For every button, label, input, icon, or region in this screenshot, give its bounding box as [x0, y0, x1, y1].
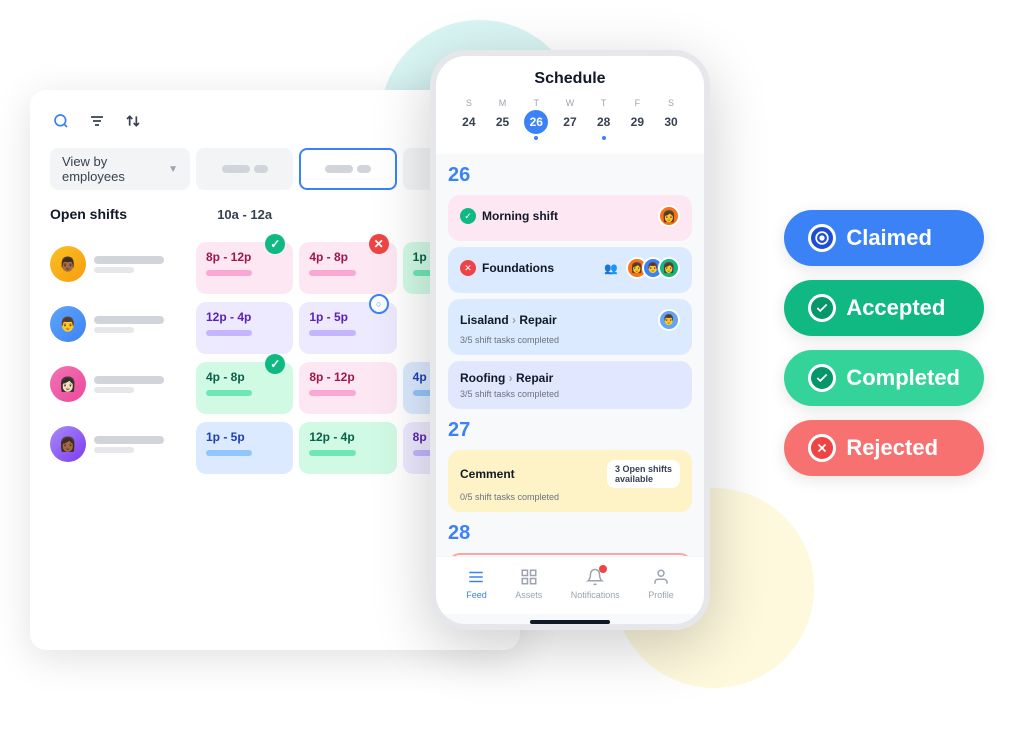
employee-info: 👨🏾 [50, 242, 190, 286]
open-shift-time-2 [299, 196, 396, 232]
tab-notifications[interactable]: Notifications [571, 567, 620, 600]
card-avatar: 👩 [658, 205, 680, 227]
day-section-28: 28 👩 👨 [448, 522, 692, 556]
cal-day: M 25 [491, 98, 515, 140]
cal-day: S 24 [457, 98, 481, 140]
tab-feed-label: Feed [466, 590, 487, 600]
view-selector[interactable]: View by employees ▼ [50, 148, 190, 190]
avatar: 👨🏾 [50, 246, 86, 282]
x-badge-icon: ✕ [369, 234, 389, 254]
shift-block[interactable]: ✓ 8p - 12p [196, 242, 293, 294]
morning-shift-card[interactable]: ✓ Morning shift 👩 [448, 195, 692, 241]
card-title: Foundations [482, 261, 598, 275]
open-shifts-label: Open shifts [50, 196, 190, 232]
group-icon: 👥 [604, 262, 618, 275]
notification-dot [599, 565, 607, 573]
day-dot [602, 136, 606, 140]
profile-icon [651, 567, 671, 587]
claimed-icon [808, 224, 836, 252]
card-avatar: 👨 [658, 309, 680, 331]
search-icon[interactable] [50, 110, 72, 132]
sort-icon[interactable] [122, 110, 144, 132]
tab-assets[interactable]: Assets [515, 567, 542, 600]
shift-block[interactable]: ○ 1p - 5p [299, 302, 396, 354]
cal-day-active: T 26 [524, 98, 548, 140]
accepted-icon [808, 294, 836, 322]
card-progress: 3/5 shift tasks completed [460, 389, 680, 399]
cal-day: T 28 [592, 98, 616, 140]
cemment-card[interactable]: Cemment 3 Open shiftsavailable 0/5 shift… [448, 450, 692, 512]
completed-icon [808, 364, 836, 392]
shift-block[interactable]: 1p - 5p [196, 422, 293, 474]
shift-block[interactable]: 8p - 12p [299, 362, 396, 414]
shift-block[interactable]: 12p - 4p [196, 302, 293, 354]
avatar: 👨 [50, 306, 86, 342]
lisaland-repair-card[interactable]: Lisaland › Repair 👨 3/5 shift tasks comp… [448, 299, 692, 355]
employee-info: 👩🏾 [50, 422, 190, 466]
dropdown-arrow-icon: ▼ [168, 164, 178, 175]
open-shift-time: 10a - 12a [196, 196, 293, 232]
day-28-card[interactable]: 👩 👨 [448, 553, 692, 556]
phone-title: Schedule [452, 70, 688, 88]
col-header-1 [196, 148, 293, 190]
phone-body: 26 ✓ Morning shift 👩 ✕ Foundati [436, 154, 704, 556]
completed-badge[interactable]: Completed [784, 350, 984, 406]
phone-header: Schedule S 24 M 25 T 26 W 27 [436, 56, 704, 154]
cal-day: S 30 [659, 98, 683, 140]
rejected-badge[interactable]: Rejected [784, 420, 984, 476]
filter-icon[interactable] [86, 110, 108, 132]
accepted-label: Accepted [846, 295, 945, 321]
notifications-icon [585, 567, 605, 587]
cal-day: F 29 [625, 98, 649, 140]
day-section-26: 26 ✓ Morning shift 👩 ✕ Foundati [448, 164, 692, 409]
assets-icon [519, 567, 539, 587]
claimed-badge[interactable]: Claimed [784, 210, 984, 266]
day-number-28: 28 [448, 522, 692, 545]
x-icon: ✕ [460, 260, 476, 276]
claimed-label: Claimed [846, 225, 932, 251]
avatar: 👩🏾 [50, 426, 86, 462]
circle-badge-icon: ○ [369, 294, 389, 314]
rejected-label: Rejected [846, 435, 938, 461]
feed-icon [466, 567, 486, 587]
tab-profile-label: Profile [648, 590, 674, 600]
rejected-icon [808, 434, 836, 462]
card-title: Cemment [460, 467, 601, 481]
avatar: 👩🏻 [50, 366, 86, 402]
card-title: Morning shift [482, 209, 662, 223]
completed-label: Completed [846, 365, 960, 391]
card-title: Lisaland › Repair [460, 313, 652, 327]
employee-info: 👩🏻 [50, 362, 190, 406]
status-badges-panel: Claimed Accepted Completed [784, 210, 984, 476]
shift-block[interactable]: ✓ 4p - 8p [196, 362, 293, 414]
employee-info: 👨 [50, 302, 190, 346]
card-avatar: 👩 [658, 257, 680, 279]
mobile-phone: Schedule S 24 M 25 T 26 W 27 [430, 50, 710, 630]
day-number-27: 27 [448, 419, 692, 442]
active-day-dot [534, 136, 538, 140]
accepted-badge[interactable]: Accepted [784, 280, 984, 336]
tab-profile[interactable]: Profile [648, 567, 674, 600]
card-progress: 3/5 shift tasks completed [460, 335, 680, 345]
tab-feed[interactable]: Feed [466, 567, 487, 600]
col-header-2[interactable] [299, 148, 396, 190]
shift-block[interactable]: 12p - 4p [299, 422, 396, 474]
day-section-27: 27 Cemment 3 Open shiftsavailable 0/5 sh… [448, 419, 692, 512]
cal-day: W 27 [558, 98, 582, 140]
roofing-repair-card[interactable]: Roofing › Repair 3/5 shift tasks complet… [448, 361, 692, 409]
foundations-card[interactable]: ✕ Foundations 👥 👩 👨 👩 [448, 247, 692, 293]
scene: View by employees ▼ [0, 0, 1024, 748]
open-shifts-badge: 3 Open shiftsavailable [607, 460, 680, 488]
day-number-26: 26 [448, 164, 692, 187]
phone-footer: Feed Assets Notifications [436, 556, 704, 614]
shift-block[interactable]: ✕ 4p - 8p [299, 242, 396, 294]
card-progress: 0/5 shift tasks completed [460, 492, 680, 502]
calendar-week: S 24 M 25 T 26 W 27 T 28 [452, 98, 688, 140]
card-title: Roofing › Repair [460, 371, 680, 385]
home-bar [530, 620, 610, 624]
check-icon: ✓ [460, 208, 476, 224]
tab-notifications-label: Notifications [571, 590, 620, 600]
tab-assets-label: Assets [515, 590, 542, 600]
